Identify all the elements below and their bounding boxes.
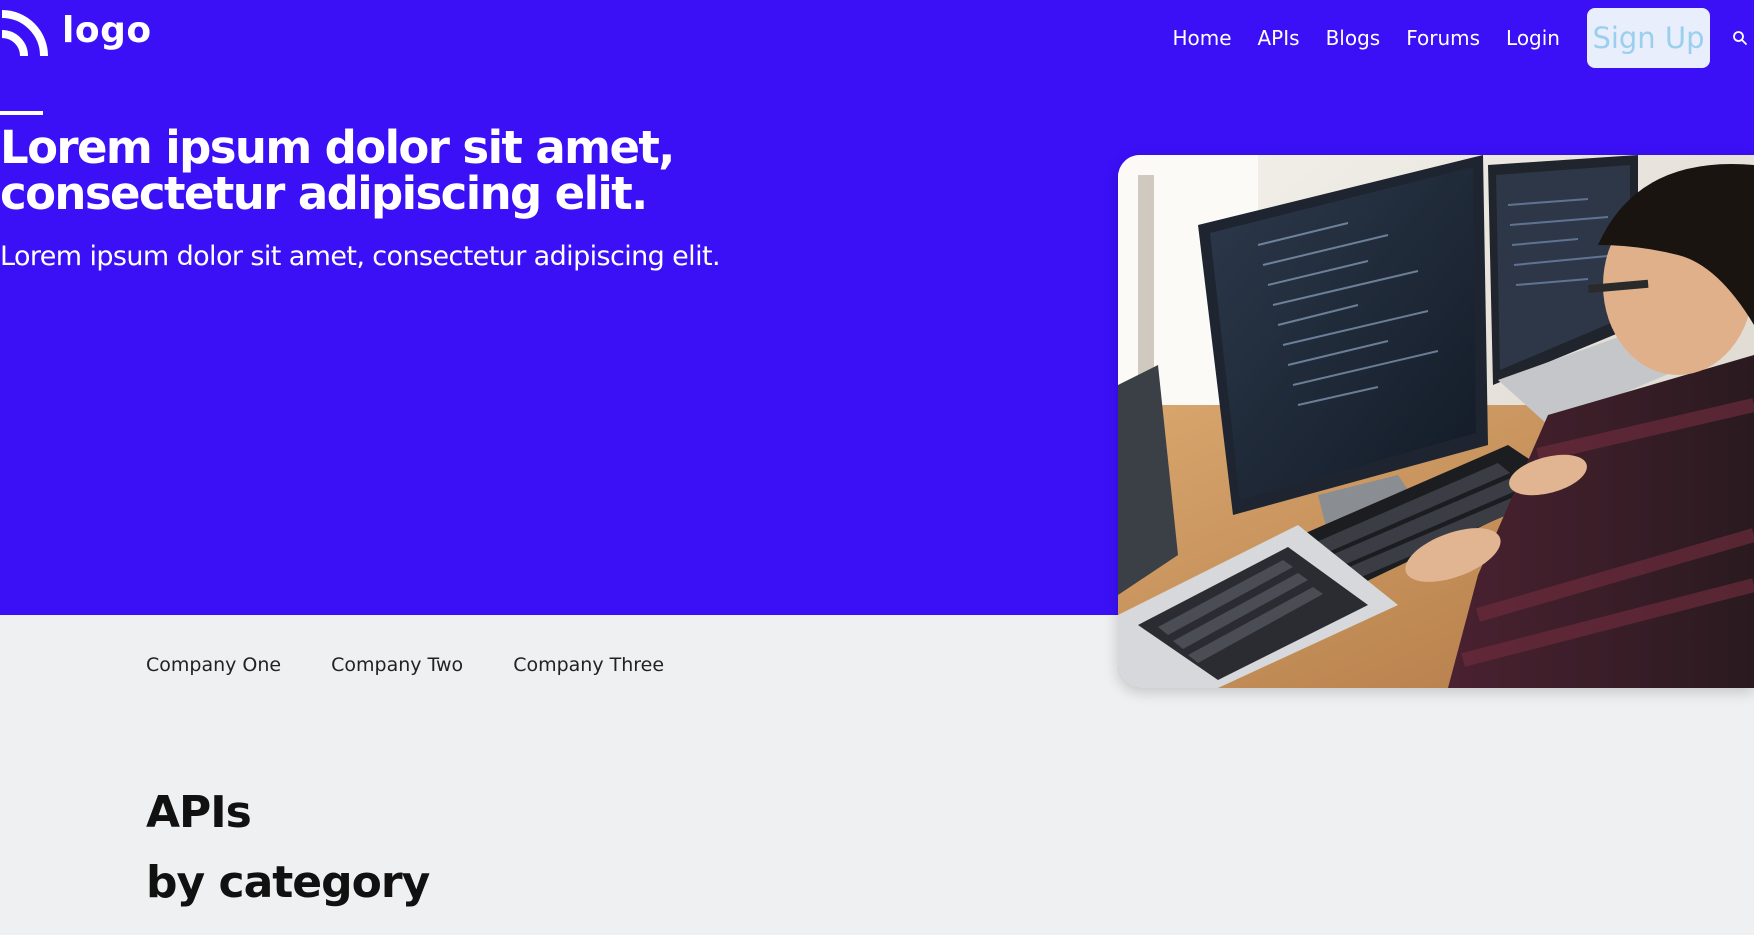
apis-by-category-heading: APIs by category (146, 778, 430, 918)
nav-home-link[interactable]: Home (1172, 28, 1231, 48)
nav-apis-link[interactable]: APIs (1258, 28, 1300, 48)
logo-text: logo (62, 10, 152, 51)
apis-heading-line1: APIs (146, 787, 252, 838)
company-item: Company Two (331, 654, 464, 676)
hero-image (1118, 155, 1754, 688)
page: logo Home APIs Blogs Forums Login Sign U… (0, 0, 1754, 935)
signup-button[interactable]: Sign Up (1587, 8, 1710, 68)
apis-heading-line2: by category (146, 857, 430, 908)
title-accent-line (0, 111, 43, 115)
nav-blogs-link[interactable]: Blogs (1326, 28, 1381, 48)
company-list: Company One Company Two Company Three (146, 653, 664, 677)
nav-login-link[interactable]: Login (1506, 28, 1560, 48)
company-item: Company One (146, 654, 282, 676)
search-button[interactable] (1726, 24, 1754, 52)
hero-subtitle: Lorem ipsum dolor sit amet, consectetur … (0, 241, 721, 272)
main-nav: Home APIs Blogs Forums Login Sign Up (1172, 8, 1754, 68)
hero-title: Lorem ipsum dolor sit amet, consectetur … (0, 121, 675, 220)
developer-photo-illustration (1118, 155, 1754, 688)
company-item: Company Three (513, 654, 665, 676)
logo-link[interactable]: logo (0, 8, 152, 58)
search-icon (1733, 31, 1747, 45)
nav-forums-link[interactable]: Forums (1406, 28, 1480, 48)
logo-icon (1, 10, 48, 57)
